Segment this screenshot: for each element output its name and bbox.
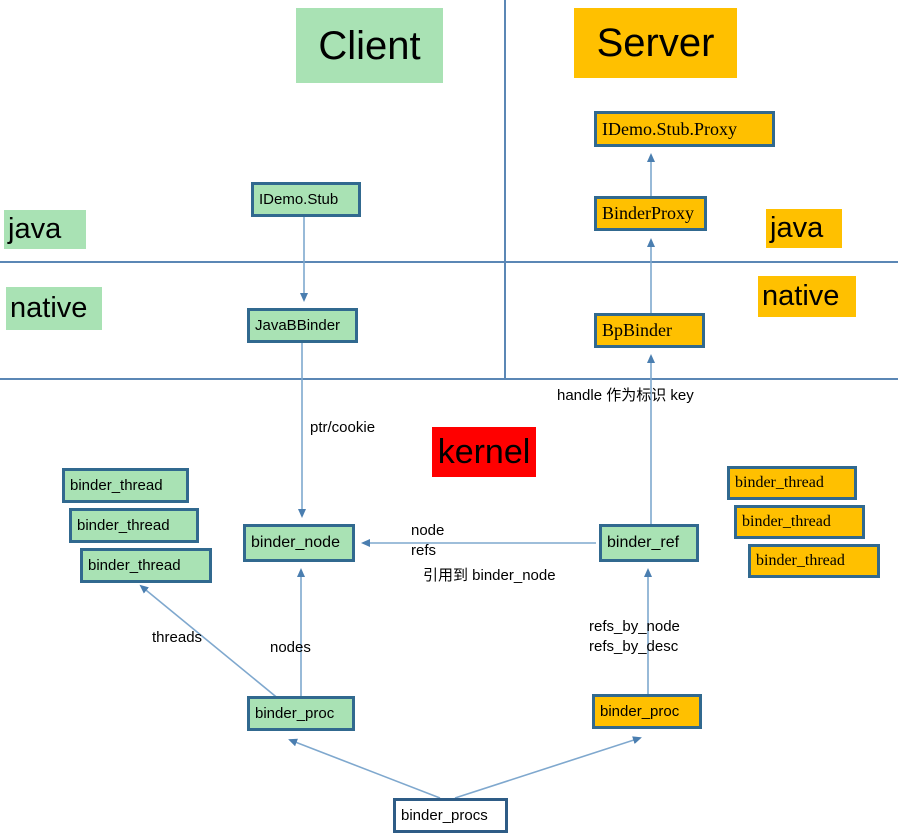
node-binder_proc_right[interactable]: binder_proc (592, 694, 702, 729)
layer-label-native-right: native (758, 276, 856, 317)
node-javabbinder[interactable]: JavaBBinder (247, 308, 358, 343)
edge-label-ref_to_node: 引用到 binder_node (423, 567, 556, 584)
node-binder_ref[interactable]: binder_ref (599, 524, 699, 562)
node-binder_thread_r3[interactable]: binder_thread (748, 544, 880, 578)
layer-label-native-left: native (6, 287, 102, 330)
title-client: Client (296, 8, 443, 83)
layer-label-java-left: java (4, 210, 86, 249)
node-binder_procs[interactable]: binder_procs (393, 798, 508, 833)
node-binder_thread_l3[interactable]: binder_thread (80, 548, 212, 583)
node-binder_proxy[interactable]: BinderProxy (594, 196, 707, 231)
edge-label-ptr_cookie: ptr/cookie (310, 419, 376, 436)
node-idemo_stub_proxy[interactable]: IDemo.Stub.Proxy (594, 111, 775, 147)
node-binder_thread_r1[interactable]: binder_thread (727, 466, 857, 500)
node-binder_proc_left[interactable]: binder_proc (247, 696, 355, 731)
edge-label-handle_key: handle 作为标识 key (557, 387, 694, 404)
edge-label-node_refs: node refs (411, 522, 445, 560)
edge-label-nodes: nodes (270, 639, 311, 656)
divider-vertical-client-server (504, 0, 506, 380)
node-binder_thread_l1[interactable]: binder_thread (62, 468, 189, 503)
layer-label-kernel: kernel (432, 427, 536, 477)
edge-label-refs_by: refs_by_node refs_by_desc (589, 618, 680, 656)
node-bpbinder[interactable]: BpBinder (594, 313, 705, 348)
title-server: Server (574, 8, 737, 78)
divider-java-native (0, 261, 898, 263)
divider-native-kernel (0, 378, 898, 380)
node-idemo_stub[interactable]: IDemo.Stub (251, 182, 361, 217)
node-binder_thread_l2[interactable]: binder_thread (69, 508, 199, 543)
node-binder_thread_r2[interactable]: binder_thread (734, 505, 865, 539)
binder-architecture-diagram: Client Server java native java native ke… (0, 0, 898, 835)
edge-label-threads: threads (152, 629, 203, 646)
node-binder_node[interactable]: binder_node (243, 524, 355, 562)
layer-label-java-right: java (766, 209, 842, 248)
